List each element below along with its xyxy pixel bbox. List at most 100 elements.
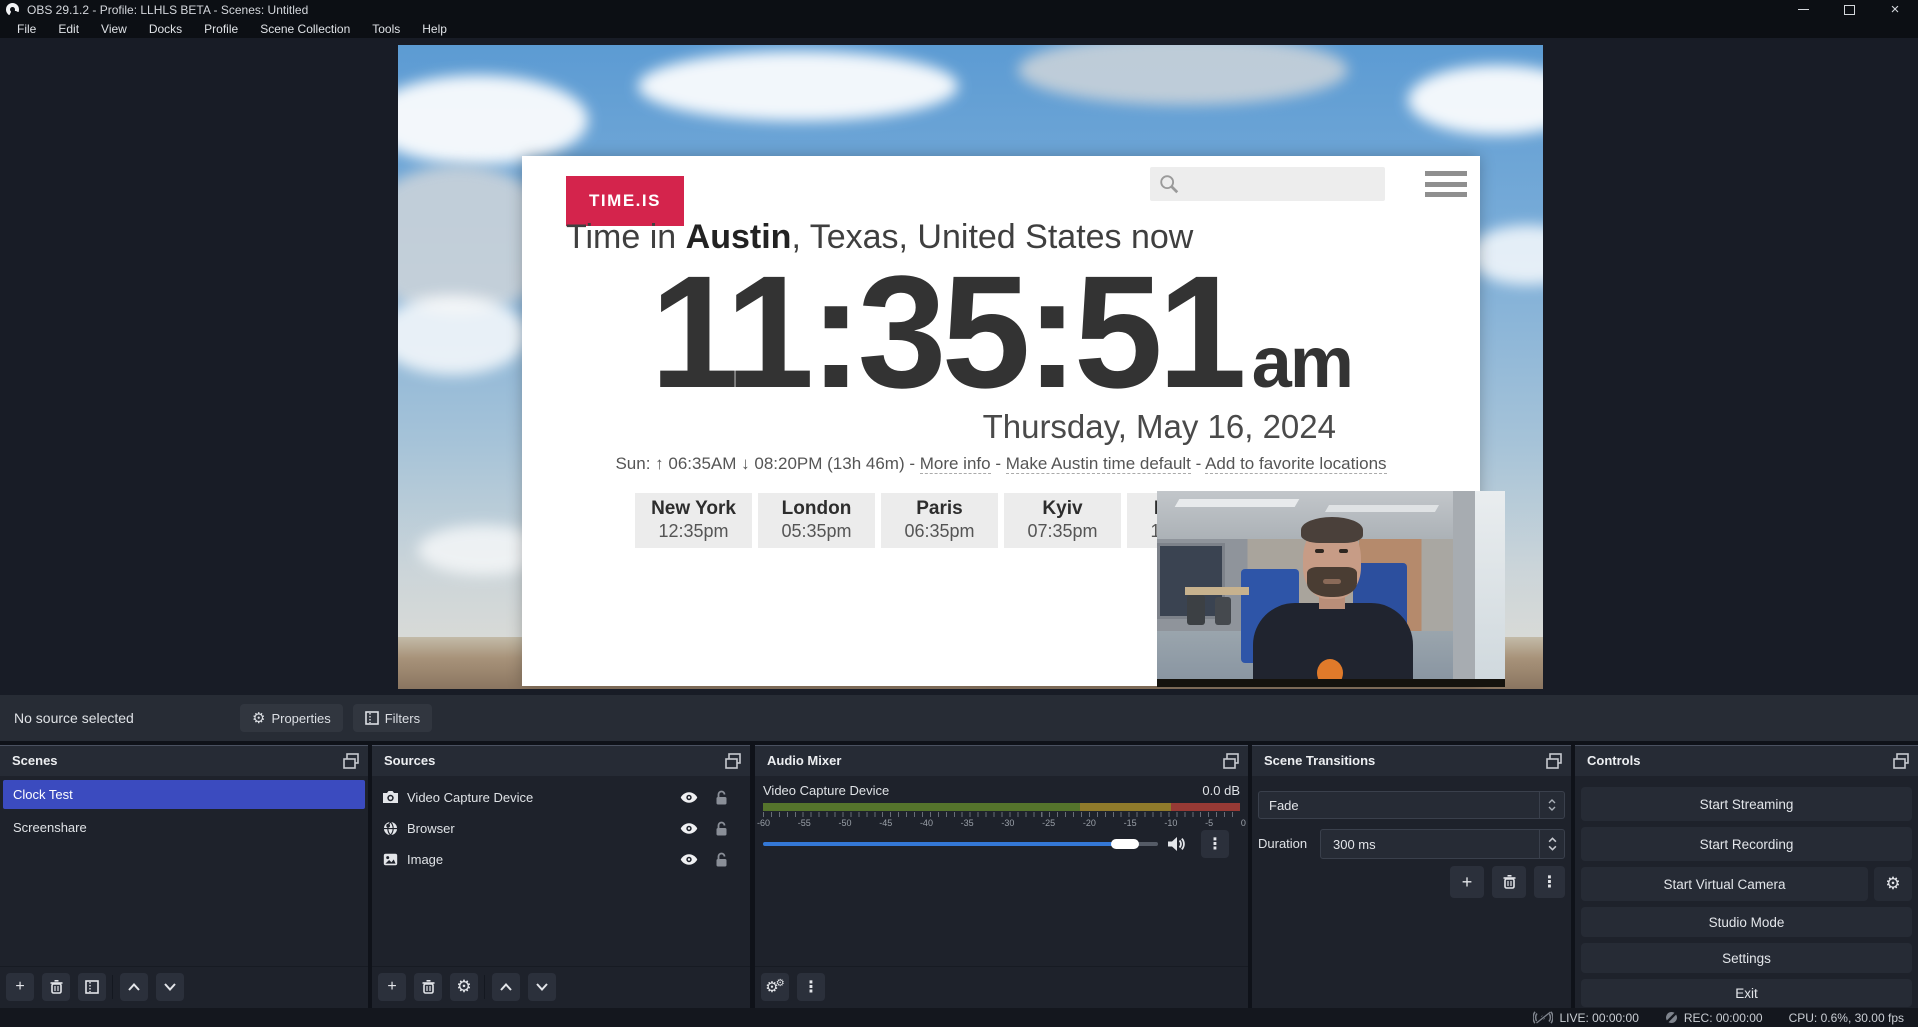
cloud	[1408, 65, 1543, 135]
start-recording-button[interactable]: Start Recording	[1581, 827, 1912, 861]
eye-icon[interactable]	[680, 853, 698, 866]
person-mouth	[1323, 579, 1341, 584]
lock-icon[interactable]	[715, 821, 728, 836]
popout-icon[interactable]	[1545, 752, 1563, 770]
filter-icon	[85, 980, 99, 994]
add-scene-button[interactable]: +	[6, 973, 34, 1001]
volume-slider-track[interactable]	[763, 842, 1158, 846]
filters-button[interactable]: Filters	[353, 704, 432, 732]
chevron-down-icon	[536, 983, 548, 991]
scenes-toolbar: +	[0, 966, 368, 1008]
remove-source-button[interactable]	[414, 973, 442, 1001]
popout-icon[interactable]	[342, 752, 360, 770]
mixer-channel-menu-button[interactable]: ⋮	[1201, 830, 1229, 858]
remove-scene-button[interactable]	[42, 973, 70, 1001]
no-source-status: No source selected	[14, 710, 204, 726]
mixer-menu-button[interactable]: ⋮	[797, 973, 825, 1001]
popout-icon[interactable]	[1222, 752, 1240, 770]
cloud	[398, 295, 528, 375]
plus-icon: +	[1462, 872, 1473, 893]
transition-select[interactable]: Fade	[1258, 791, 1565, 819]
scene-item-clock-test[interactable]: Clock Test	[3, 780, 365, 809]
meter-tick-labels: -60-55-50-45-40-35-30-25-20-15-10-50	[757, 818, 1246, 828]
eye-icon[interactable]	[680, 822, 698, 835]
lock-icon[interactable]	[715, 790, 728, 805]
menu-tools[interactable]: Tools	[361, 19, 411, 38]
move-source-up-button[interactable]	[492, 973, 520, 1001]
start-streaming-button[interactable]: Start Streaming	[1581, 787, 1912, 821]
stream-inactive-icon	[1533, 1011, 1553, 1024]
gear-icon: ⚙	[252, 709, 265, 727]
gear-icon: ⚙	[1885, 874, 1900, 894]
start-virtual-camera-button[interactable]: Start Virtual Camera	[1581, 867, 1868, 901]
cloud	[1018, 45, 1348, 105]
properties-button[interactable]: ⚙ Properties	[240, 704, 343, 732]
add-transition-button[interactable]: +	[1450, 866, 1484, 898]
advanced-audio-button[interactable]: ⚙⚙	[761, 973, 789, 1001]
settings-button[interactable]: Settings	[1581, 943, 1912, 973]
webcam-video	[1157, 491, 1505, 687]
move-source-down-button[interactable]	[528, 973, 556, 1001]
popout-icon[interactable]	[1892, 752, 1910, 770]
source-row-browser[interactable]: Browser	[372, 813, 750, 843]
add-source-button[interactable]: +	[378, 973, 406, 1001]
virtual-camera-config-button[interactable]: ⚙	[1874, 867, 1912, 901]
source-properties-button[interactable]: ⚙	[450, 973, 478, 1001]
source-row-video-capture[interactable]: Video Capture Device	[372, 782, 750, 812]
cloud	[638, 51, 958, 121]
speaker-icon[interactable]	[1167, 836, 1185, 852]
eye-icon[interactable]	[680, 791, 698, 804]
trash-icon	[422, 980, 435, 994]
menu-scene-collection[interactable]: Scene Collection	[249, 19, 361, 38]
controls-header: Controls	[1575, 746, 1918, 776]
move-scene-down-button[interactable]	[156, 973, 184, 1001]
menu-edit[interactable]: Edit	[47, 19, 90, 38]
menu-bar: File Edit View Docks Profile Scene Colle…	[0, 19, 1918, 38]
menu-help[interactable]: Help	[411, 19, 458, 38]
favorite-locations-link: Add to favorite locations	[1205, 454, 1386, 474]
person-hair	[1301, 517, 1363, 543]
close-button[interactable]: ×	[1872, 0, 1918, 19]
menu-profile[interactable]: Profile	[193, 19, 249, 38]
live-status: LIVE: 00:00:00	[1533, 1011, 1638, 1025]
lock-icon[interactable]	[715, 852, 728, 867]
menu-docks[interactable]: Docks	[138, 19, 193, 38]
globe-icon	[383, 821, 398, 836]
plus-icon: +	[15, 978, 24, 996]
office-chair	[1187, 595, 1205, 625]
volume-slider[interactable]	[763, 838, 1158, 850]
studio-mode-button[interactable]: Studio Mode	[1581, 907, 1912, 937]
spin-down-icon[interactable]	[1548, 845, 1557, 851]
chevron-up-icon	[1548, 799, 1556, 804]
preview-canvas[interactable]: TIME.IS Time in Austin, Texas, United St…	[398, 45, 1543, 689]
menu-view[interactable]: View	[90, 19, 138, 38]
popout-icon[interactable]	[724, 752, 742, 770]
cloud	[398, 75, 588, 165]
image-icon	[383, 853, 398, 866]
window-title: OBS 29.1.2 - Profile: LLHLS BETA - Scene…	[27, 3, 308, 17]
scene-item-screenshare[interactable]: Screenshare	[3, 813, 365, 842]
menu-file[interactable]: File	[6, 19, 47, 38]
transitions-header: Scene Transitions	[1252, 746, 1571, 776]
transition-menu-button[interactable]: ⋮	[1534, 866, 1565, 898]
source-row-image[interactable]: Image	[372, 844, 750, 874]
exit-button[interactable]: Exit	[1581, 979, 1912, 1007]
spin-up-icon[interactable]	[1548, 837, 1557, 843]
mixer-channel-name: Video Capture Device	[763, 783, 889, 798]
scene-filters-button[interactable]	[78, 973, 106, 1001]
sun-info-line: Sun: ↑ 06:35AM ↓ 08:20PM (13h 46m) - Mor…	[522, 454, 1480, 474]
minimize-button[interactable]	[1780, 0, 1826, 19]
cpu-status: CPU: 0.6%, 30.00 fps	[1789, 1011, 1904, 1025]
clock-ampm: am	[1252, 322, 1352, 404]
sources-dock-header: Sources	[372, 746, 750, 776]
bright-window	[1475, 491, 1505, 687]
volume-slider-handle[interactable]	[1111, 839, 1139, 849]
remove-transition-button[interactable]	[1492, 866, 1526, 898]
duration-spinbox[interactable]: 300 ms	[1320, 829, 1565, 859]
plus-icon: +	[387, 978, 396, 996]
move-scene-up-button[interactable]	[120, 973, 148, 1001]
desk	[1185, 587, 1249, 595]
obs-window: OBS 29.1.2 - Profile: LLHLS BETA - Scene…	[0, 0, 1918, 1027]
hamburger-menu-icon	[1425, 171, 1467, 197]
maximize-button[interactable]	[1826, 0, 1872, 19]
